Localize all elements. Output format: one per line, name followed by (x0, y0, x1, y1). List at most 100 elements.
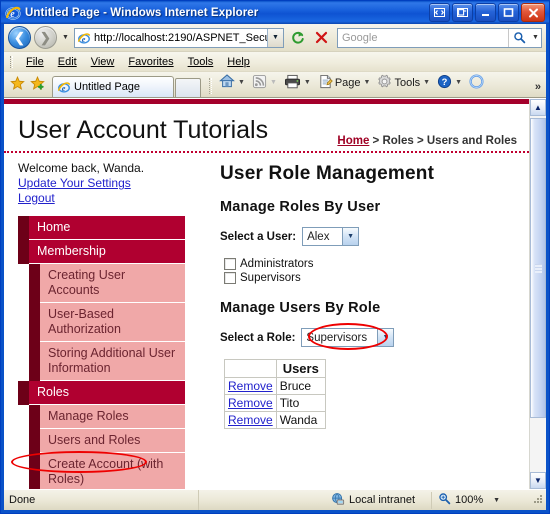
breadcrumb-trail: > Roles > Users and Roles (369, 135, 517, 147)
nav-edge (29, 453, 40, 489)
restore-group-button[interactable] (429, 3, 450, 22)
favorites-center-icon[interactable] (8, 74, 26, 92)
history-dropdown-button[interactable]: ▼ (60, 28, 71, 48)
table-row: Remove Wanda (224, 411, 326, 429)
add-to-favorites-icon[interactable] (28, 74, 46, 92)
nav-edge (18, 381, 29, 405)
menu-item-file[interactable]: File (19, 55, 51, 69)
home-icon (219, 73, 235, 92)
remove-link-bruce[interactable]: Remove (228, 379, 273, 393)
sidebar-item-membership[interactable]: Membership (18, 240, 185, 264)
checkbox-supervisors[interactable] (224, 272, 236, 284)
site-header: User Account Tutorials Home > Roles > Us… (4, 104, 529, 153)
svg-text:?: ? (442, 76, 448, 86)
command-bar-separator (209, 78, 212, 94)
minimize-button[interactable] (475, 3, 496, 22)
sidebar-item-users-and-roles[interactable]: Users and Roles (29, 429, 185, 453)
nav-edge (18, 240, 29, 264)
sidebar-item-storing-additional-user-information[interactable]: Storing Additional User Information (29, 342, 185, 381)
sidebar-item-label: Create Account (with Roles) (40, 453, 185, 489)
breadcrumb-link-home[interactable]: Home (337, 135, 369, 147)
svg-text:e: e (10, 9, 15, 20)
forward-button[interactable]: ❯ (34, 26, 57, 49)
update-settings-link[interactable]: Update Your Settings (18, 176, 204, 191)
messenger-button[interactable] (467, 73, 486, 93)
sidebar-item-label: Creating User Accounts (40, 264, 185, 303)
maximize-button[interactable] (498, 3, 519, 22)
page-dropdown-caret-icon[interactable]: ▼ (364, 79, 371, 86)
tools-menu-button[interactable]: Tools ▼ (375, 73, 434, 93)
back-button[interactable]: ❮ (8, 26, 31, 49)
refresh-button[interactable] (287, 27, 308, 48)
address-dropdown-button[interactable]: ▼ (267, 28, 283, 47)
checkbox-administrators[interactable] (224, 258, 236, 270)
print-icon (284, 74, 301, 92)
logout-link[interactable]: Logout (18, 191, 204, 206)
table-cell-user: Tito (275, 394, 326, 412)
search-placeholder: Google (342, 31, 378, 44)
menu-view-label: View (90, 55, 115, 68)
vertical-scrollbar[interactable]: ▲ ▼ (529, 99, 546, 489)
sidebar-item-create-account-with-roles[interactable]: Create Account (with Roles) (29, 453, 185, 489)
section-heading-manage-roles-by-user: Manage Roles By User (220, 199, 381, 215)
menu-grip-handle[interactable] (10, 55, 13, 68)
checkbox-row-supervisors[interactable]: Supervisors (224, 272, 519, 284)
scrollbar-track[interactable] (530, 116, 546, 472)
help-button[interactable]: ? ▼ (435, 73, 466, 93)
home-button[interactable]: ▼ (217, 72, 249, 93)
table-cell-user: Wanda (275, 411, 326, 429)
scrollbar-thumb[interactable] (530, 118, 546, 418)
browser-tab-active[interactable]: e Untitled Page (52, 76, 174, 97)
menu-item-edit[interactable]: Edit (51, 55, 84, 69)
scroll-down-button[interactable]: ▼ (530, 472, 546, 489)
search-box[interactable]: Google ▼ (337, 27, 542, 48)
select-user-label: Select a User: (220, 230, 297, 243)
menu-item-tools[interactable]: Tools (181, 55, 221, 69)
chevron-down-icon[interactable]: ▼ (342, 228, 359, 245)
sidebar-item-label: Users and Roles (40, 429, 185, 453)
nav-edge (29, 342, 40, 381)
remove-link-wanda[interactable]: Remove (228, 413, 273, 427)
zoom-dropdown-caret-icon[interactable]: ▼ (493, 497, 500, 504)
menu-item-favorites[interactable]: Favorites (121, 55, 180, 69)
tools-dropdown-caret-icon[interactable]: ▼ (423, 79, 430, 86)
resize-grip[interactable] (532, 493, 546, 508)
svg-text:e: e (82, 34, 86, 43)
address-input[interactable]: e http://localhost:2190/ASPNET_Security_… (74, 27, 284, 48)
page-title: User Account Tutorials (18, 116, 269, 144)
zoom-control[interactable]: 100% ▼ (432, 492, 532, 508)
page-viewport: User Account Tutorials Home > Roles > Us… (4, 98, 546, 489)
command-bar-overflow-button[interactable]: » (535, 81, 546, 97)
sidebar-item-manage-roles[interactable]: Manage Roles (29, 405, 185, 429)
menu-item-view[interactable]: View (84, 55, 122, 69)
feeds-button[interactable]: ▼ (250, 73, 281, 93)
close-button[interactable] (521, 3, 545, 22)
menu-item-help[interactable]: Help (220, 55, 257, 69)
new-tab-button[interactable] (175, 78, 201, 97)
stop-button[interactable] (311, 27, 332, 48)
checkbox-label: Administrators (240, 258, 314, 270)
restore-window-button[interactable] (452, 3, 473, 22)
remove-link-tito[interactable]: Remove (228, 396, 273, 410)
select-user-dropdown[interactable]: Alex ▼ (302, 227, 360, 246)
search-provider-dropdown[interactable]: ▼ (530, 34, 541, 41)
chevron-down-icon[interactable]: ▼ (377, 329, 394, 346)
tools-gear-icon (377, 74, 392, 92)
sidebar-item-user-based-authorization[interactable]: User-Based Authorization (29, 303, 185, 342)
window-controls (429, 3, 547, 22)
scroll-up-button[interactable]: ▲ (530, 99, 546, 116)
menu-help-label: Help (227, 55, 250, 68)
print-dropdown-caret-icon[interactable]: ▼ (304, 79, 311, 86)
select-role-dropdown[interactable]: Supervisors ▼ (301, 328, 395, 347)
checkbox-row-administrators[interactable]: Administrators (224, 258, 519, 270)
print-button[interactable]: ▼ (282, 73, 315, 93)
security-zone[interactable]: Local intranet (323, 491, 432, 509)
sidebar-item-roles[interactable]: Roles (18, 381, 185, 405)
page-menu-button[interactable]: Page ▼ (316, 73, 375, 93)
sidebar-item-creating-user-accounts[interactable]: Creating User Accounts (29, 264, 185, 303)
home-dropdown-caret-icon[interactable]: ▼ (238, 79, 245, 86)
search-icon[interactable] (508, 28, 530, 47)
menu-file-label: File (26, 55, 44, 68)
sidebar-item-home[interactable]: Home (18, 216, 185, 240)
help-dropdown-caret-icon[interactable]: ▼ (455, 79, 462, 86)
